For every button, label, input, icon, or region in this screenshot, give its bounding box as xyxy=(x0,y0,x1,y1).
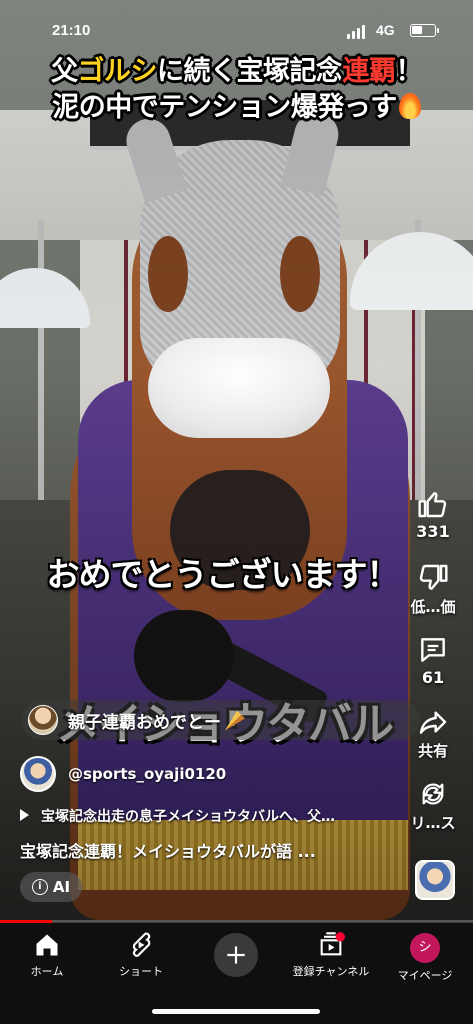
status-bar: 21:10 4G xyxy=(0,0,473,40)
share-icon xyxy=(419,711,447,734)
share-label: 共有 xyxy=(417,742,448,760)
headline-part: ！ xyxy=(395,56,423,87)
nav-shorts-label: ショート xyxy=(119,965,163,978)
channel-handle[interactable]: @sports_oyaji0120 xyxy=(68,765,226,783)
nav-subscriptions[interactable]: 登録チャンネル xyxy=(286,931,376,979)
battery-icon xyxy=(410,24,439,37)
headline-accent-red: 連覇 xyxy=(342,56,397,87)
video-subtitle: おめでとうございます！ xyxy=(46,555,400,594)
headline-part: 父 xyxy=(51,56,78,87)
headline-line-1: 父ゴルシに続く宝塚記念連覇！ xyxy=(0,54,473,90)
comment-count: 61 xyxy=(421,668,445,687)
comment-text: 親子連覇おめでとー xyxy=(68,708,245,733)
comment-avatar xyxy=(28,705,58,735)
ai-chip-label: AI xyxy=(52,878,71,896)
channel-row[interactable]: @sports_oyaji0120 xyxy=(20,756,226,792)
party-popper-icon xyxy=(225,710,245,731)
home-indicator xyxy=(152,1009,320,1014)
headline-line-2: 泥の中でテンション爆発っす xyxy=(0,90,473,126)
nav-you-label: マイページ xyxy=(397,969,453,982)
ai-summary-chip[interactable]: i AI xyxy=(20,872,82,902)
status-time: 21:10 xyxy=(52,22,91,39)
remix-button[interactable]: リ…ス xyxy=(393,778,473,833)
fire-icon xyxy=(398,93,421,119)
profile-avatar: シ xyxy=(410,933,440,963)
video-description[interactable]: 宝塚記念連覇！メイショウタバルが語 ... xyxy=(20,838,316,862)
info-icon: i xyxy=(31,879,48,895)
remix-icon xyxy=(422,783,444,805)
nav-you[interactable]: シ マイページ xyxy=(380,931,470,983)
channel-thumbnail[interactable] xyxy=(415,860,455,900)
dislike-label: 低…価 xyxy=(410,598,456,616)
like-count: 331 xyxy=(416,522,450,541)
home-icon xyxy=(36,934,58,956)
headline-accent: ゴルシ xyxy=(77,56,158,87)
channel-avatar[interactable] xyxy=(20,756,56,792)
dislike-button[interactable]: 低…価 xyxy=(393,562,473,617)
headline-part: に続く宝塚記念 xyxy=(157,56,343,87)
share-button[interactable]: 共有 xyxy=(393,706,473,761)
shorts-icon xyxy=(132,932,151,957)
related-video-link[interactable]: 宝塚記念出走の息子メイショウタバルへ、父… xyxy=(20,806,335,826)
subscriptions-icon xyxy=(320,932,345,956)
plus-icon xyxy=(227,946,245,964)
related-video-title: 宝塚記念出走の息子メイショウタバルへ、父… xyxy=(41,809,335,825)
video-headline: 父ゴルシに続く宝塚記念連覇！ 泥の中でテンション爆発っす xyxy=(0,54,473,126)
pinned-comment[interactable]: 親子連覇おめでとー xyxy=(22,700,420,740)
nav-home[interactable]: ホーム xyxy=(2,931,92,979)
like-button[interactable]: 331 xyxy=(393,488,473,541)
headline-part: 泥の中でテンション爆発っす xyxy=(52,92,397,123)
thumbs-down-icon xyxy=(419,564,448,590)
remix-label: リ…ス xyxy=(410,814,456,832)
play-icon xyxy=(20,809,29,821)
nav-shorts[interactable]: ショート xyxy=(96,931,186,979)
comment-body: 親子連覇おめでとー xyxy=(68,712,221,733)
signal-icon xyxy=(347,25,365,39)
thumbs-up-icon xyxy=(418,492,447,518)
nav-subscriptions-label: 登録チャンネル xyxy=(292,965,370,978)
create-button[interactable] xyxy=(214,933,258,977)
comment-icon xyxy=(421,638,445,662)
network-type: 4G xyxy=(376,22,395,38)
comments-button[interactable]: 61 xyxy=(393,634,473,687)
nav-home-label: ホーム xyxy=(30,965,64,978)
